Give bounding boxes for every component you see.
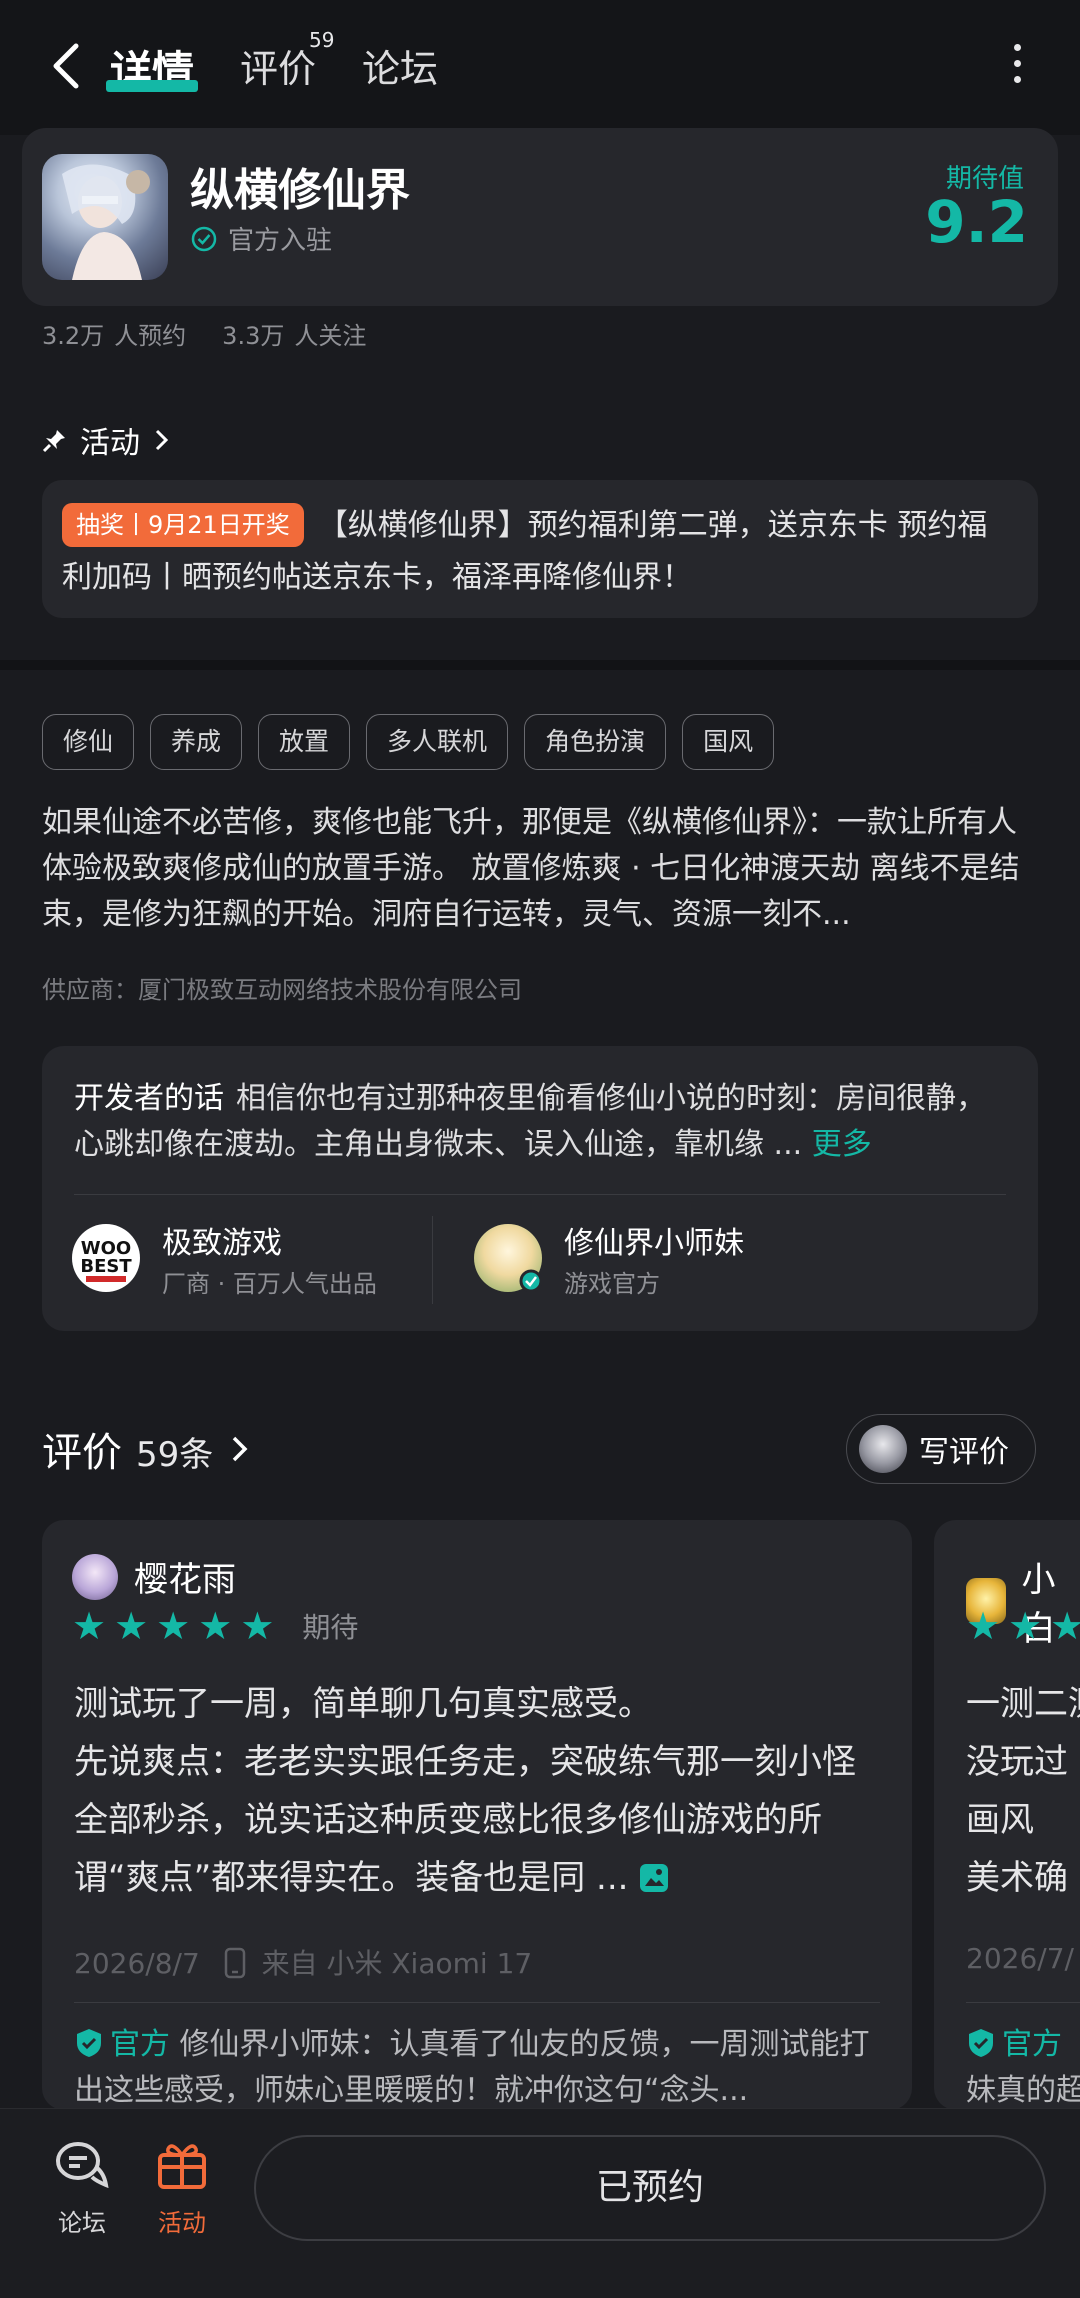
developer-logo-avatar[interactable]: WOO BEST: [72, 1224, 140, 1292]
review-device: 来自 小米 Xiaomi 17: [261, 1947, 533, 1980]
write-review-label: 写评价: [919, 1435, 1009, 1470]
tag-chip[interactable]: 角色扮演: [524, 714, 667, 770]
expect-score: 9.2: [925, 188, 1028, 256]
tag-chip[interactable]: 国风: [682, 714, 775, 770]
developer-name[interactable]: 极致游戏: [162, 1218, 282, 1262]
reviews-count-badge: 59: [309, 28, 335, 52]
review-user[interactable]: 樱花雨: [72, 1552, 236, 1601]
supplier-info: 供应商：厦门极致互动网络技术股份有限公司: [42, 976, 522, 1004]
official-reply-badge: 官方: [1002, 2027, 1062, 2062]
activity-card[interactable]: 抽奖丨9月21日开奖 【纵横修仙界】预约福利第二弹，送京东卡 预约福利加码丨晒预约…: [42, 480, 1038, 618]
star-icon: ★: [114, 1604, 149, 1648]
nav-forum[interactable]: 论坛: [42, 2139, 122, 2238]
shield-check-icon: [77, 2029, 101, 2057]
star-icon: ★: [198, 1604, 233, 1648]
official-badge: 官方入驻: [190, 220, 332, 257]
official-reply[interactable]: 官方妹真的超: [966, 2022, 1080, 2110]
divider: [432, 1216, 433, 1304]
game-title: 纵横修仙界: [190, 165, 410, 216]
official-label: 官方入驻: [228, 226, 333, 256]
star-icon: ★: [966, 1604, 1001, 1648]
pin-icon: [42, 430, 65, 453]
more-options-icon[interactable]: [1000, 40, 1034, 88]
official-reply-text: 修仙界小师妹：认真看了仙友的反馈，一周测试能打出这些感受，师妹心里暖暖的！就冲你…: [74, 2027, 870, 2108]
tab-active-indicator: [106, 80, 198, 92]
svg-text:BEST: BEST: [80, 1256, 132, 1277]
shield-check-icon: [969, 2029, 993, 2057]
game-header-card: 纵横修仙界 官方入驻 期待值 9.2: [22, 128, 1058, 306]
official-account-name[interactable]: 修仙界小师妹: [564, 1218, 744, 1262]
developer-card: 开发者的话 相信你也有过那种夜里偷看修仙小说的时刻：房间很静，心跳却像在渡劫。主角…: [42, 1046, 1038, 1331]
nav-forum-label: 论坛: [58, 2209, 106, 2237]
stats-row: 3.2万 人预约 3.3万 人关注: [42, 316, 366, 351]
rating-stars: ★ ★ ★ ★ ★ 期待: [72, 1606, 358, 1646]
divider: [74, 1194, 1006, 1195]
reviewer-avatar: [72, 1553, 118, 1600]
tag-chip[interactable]: 放置: [258, 714, 351, 770]
back-icon[interactable]: [42, 36, 90, 96]
official-reply-badge: 官方: [110, 2027, 170, 2062]
verified-check-icon: [191, 226, 217, 251]
reviewer-name: 樱花雨: [134, 1560, 236, 1600]
review-body: 测试玩了一周，简单聊几句真实感受。 先说爽点：老老实实跟任务走，突破练气那一刻小…: [74, 1684, 856, 1898]
star-icon: ★: [1050, 1604, 1080, 1648]
activity-section-label: 活动: [80, 426, 140, 461]
developer-more-link[interactable]: 更多: [812, 1127, 872, 1162]
bottom-action-bar: 论坛 活动 已预约: [0, 2108, 1080, 2298]
tag-chip[interactable]: 养成: [150, 714, 243, 770]
divider: [966, 2002, 1080, 2003]
rating-label: 期待: [302, 1611, 359, 1644]
forum-icon: [56, 2142, 109, 2189]
activity-text-block: 抽奖丨9月21日开奖 【纵横修仙界】预约福利第二弹，送京东卡 预约福利加码丨晒预约…: [62, 500, 1014, 604]
reviews-count: 59条: [136, 1435, 214, 1475]
chevron-right-icon: [233, 1436, 248, 1462]
review-date: 2026/8/7: [74, 1947, 200, 1980]
official-reply-text: 妹真的超: [966, 2073, 1080, 2108]
chevron-right-icon: [155, 429, 169, 451]
reviews-section-header[interactable]: 评价 59条: [42, 1420, 253, 1478]
tab-reviews[interactable]: 评价: [240, 38, 316, 93]
developer-words[interactable]: 开发者的话 相信你也有过那种夜里偷看修仙小说的时刻：房间很静，心跳却像在渡劫。主角…: [74, 1076, 1014, 1168]
review-meta: 2026/8/7 来自 小米 Xiaomi 17: [74, 1942, 532, 1982]
game-icon: [42, 154, 168, 280]
image-icon: [640, 1864, 669, 1892]
activity-section-header[interactable]: 活动: [42, 418, 172, 462]
official-reply[interactable]: 官方 修仙界小师妹：认真看了仙友的反馈，一周测试能打出这些感受，师妹心里暖暖的！…: [74, 2022, 894, 2110]
review-card[interactable]: 樱花雨 ★ ★ ★ ★ ★ 期待 测试玩了一周，简单聊几句真实感受。 先说爽点：…: [42, 1520, 912, 2110]
star-icon: ★: [1008, 1604, 1043, 1648]
reservations-stat: 3.2万 人预约: [42, 322, 187, 350]
divider: [74, 2002, 880, 2003]
rating-stars: ★ ★ ★: [966, 1606, 1080, 1646]
review-card[interactable]: 小白 ★ ★ ★ 一测二测 没玩过 画风 美术确 2026/7/ 官方妹真的超: [934, 1520, 1080, 2110]
tag-chip[interactable]: 修仙: [42, 714, 135, 770]
developer-words-title: 开发者的话: [74, 1081, 224, 1116]
top-bar: 详情 评价 59 论坛: [0, 0, 1080, 135]
phone-icon: [224, 1947, 245, 1979]
star-icon: ★: [156, 1604, 191, 1648]
write-review-button[interactable]: 写评价: [846, 1414, 1036, 1484]
star-icon: ★: [240, 1604, 275, 1648]
nav-activity[interactable]: 活动: [142, 2139, 222, 2238]
reserved-button[interactable]: 已预约: [254, 2135, 1046, 2241]
review-body: 一测二测 没玩过 画风 美术确: [966, 1684, 1080, 1898]
tag-chip[interactable]: 多人联机: [366, 714, 509, 770]
reviews-title: 评价: [42, 1430, 122, 1476]
section-divider: [0, 660, 1080, 670]
developer-subtitle: 厂商 · 百万人气出品: [162, 1270, 377, 1298]
activity-tag: 抽奖丨9月21日开奖: [62, 503, 304, 547]
official-account-avatar[interactable]: [474, 1224, 543, 1293]
tag-list: 修仙 养成 放置 多人联机 角色扮演 国风: [42, 714, 775, 770]
user-avatar: [859, 1425, 907, 1473]
followers-stat: 3.3万 人关注: [222, 322, 367, 350]
nav-activity-label: 活动: [158, 2209, 206, 2237]
official-account-subtitle: 游戏官方: [564, 1270, 660, 1298]
gift-icon: [158, 2144, 206, 2189]
tab-forum[interactable]: 论坛: [362, 38, 438, 93]
review-date: 2026/7/: [966, 1942, 1074, 1975]
game-description[interactable]: 如果仙途不必苦修，爽修也能飞升，那便是《纵横修仙界》：一款让所有人体验极致爽修成…: [42, 800, 1038, 938]
star-icon: ★: [72, 1604, 107, 1648]
